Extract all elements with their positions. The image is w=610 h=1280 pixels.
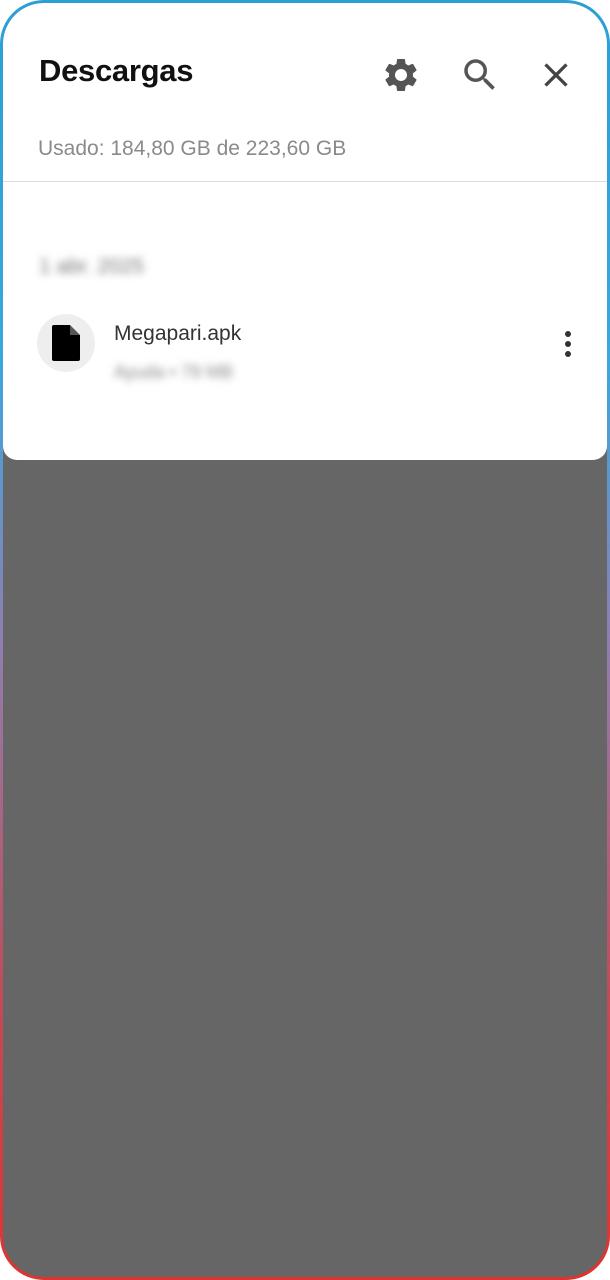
page-title: Descargas [39,53,194,88]
dimmed-overlay[interactable] [3,460,607,1277]
device-frame: Descargas Usado: 184,80 GB de 223,60 GB … [0,0,610,1280]
close-button[interactable] [532,51,580,99]
more-options-button[interactable] [550,323,586,367]
close-icon [544,63,568,87]
search-icon [464,59,495,90]
downloads-sheet: Descargas Usado: 184,80 GB de 223,60 GB … [3,3,607,460]
gear-icon [385,58,417,91]
settings-button[interactable] [377,51,425,99]
search-button[interactable] [456,51,504,99]
date-section-header: 1 abr. 2025 [39,255,145,278]
file-name: Megapari.apk [114,322,242,345]
screen: Descargas Usado: 184,80 GB de 223,60 GB … [3,3,607,1277]
list-item[interactable]: Megapari.apk Ayuda • 79 MB [3,307,607,397]
file-thumbnail [37,314,95,372]
more-vert-icon [565,331,571,357]
file-icon [52,325,80,361]
file-meta: Ayuda • 79 MB [114,362,234,382]
storage-usage: Usado: 184,80 GB de 223,60 GB [38,137,347,160]
header-divider [3,181,607,182]
